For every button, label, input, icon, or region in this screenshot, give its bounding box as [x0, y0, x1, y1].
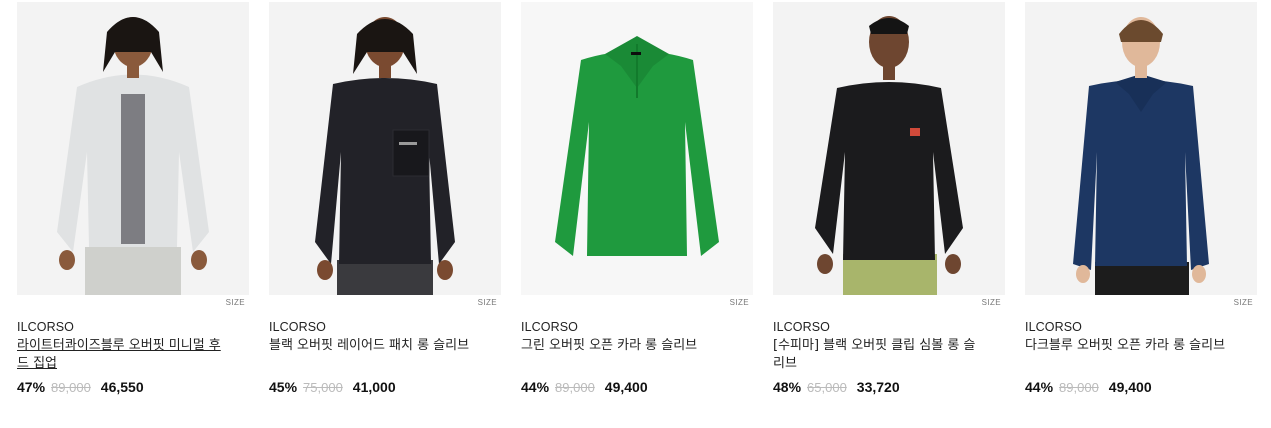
product-photo-black-longsleeve	[773, 2, 1005, 295]
original-price: 89,000	[51, 380, 91, 395]
product-photo-hoodie	[17, 2, 249, 295]
discount-rate: 47%	[17, 379, 46, 395]
size-tag[interactable]: SIZE	[1234, 298, 1253, 307]
sale-price: 49,400	[1108, 379, 1152, 395]
price-row: 44% 89,000 49,400	[1025, 379, 1257, 395]
product-name[interactable]: 그린 오버핏 오픈 카라 롱 슬리브	[521, 337, 733, 373]
brand-name[interactable]: ILCORSO	[17, 320, 249, 334]
price-row: 47% 89,000 46,550	[17, 379, 249, 395]
size-tag[interactable]: SIZE	[226, 298, 245, 307]
product-card: SIZE ILCORSO 블랙 오버핏 레이어드 패치 롱 슬리브 45% 75…	[269, 2, 501, 395]
discount-rate: 44%	[521, 379, 550, 395]
sale-price: 46,550	[100, 379, 144, 395]
size-tag[interactable]: SIZE	[730, 298, 749, 307]
product-photo-longsleeve	[269, 2, 501, 295]
sale-price: 49,400	[604, 379, 648, 395]
discount-rate: 48%	[773, 379, 802, 395]
brand-name[interactable]: ILCORSO	[521, 320, 753, 334]
sale-price: 33,720	[856, 379, 900, 395]
product-image-link[interactable]	[17, 2, 249, 295]
product-image-link[interactable]	[773, 2, 1005, 295]
product-image-link[interactable]	[1025, 2, 1257, 295]
product-name[interactable]: 다크블루 오버핏 오픈 카라 롱 슬리브	[1025, 337, 1237, 373]
discount-rate: 44%	[1025, 379, 1054, 395]
original-price: 75,000	[303, 380, 343, 395]
product-card: SIZE ILCORSO 그린 오버핏 오픈 카라 롱 슬리브 44% 89,0…	[521, 2, 753, 395]
original-price: 89,000	[555, 380, 595, 395]
product-photo-green-polo	[521, 2, 753, 295]
product-grid: SIZE ILCORSO 라이트터콰이즈블루 오버핏 미니멀 후드 집업 47%…	[17, 2, 1257, 395]
product-name[interactable]: [수피마] 블랙 오버핏 클립 심볼 롱 슬리브	[773, 337, 985, 373]
product-image-link[interactable]	[521, 2, 753, 295]
product-photo-navy-polo	[1025, 2, 1257, 295]
product-card: SIZE ILCORSO [수피마] 블랙 오버핏 클립 심볼 롱 슬리브 48…	[773, 2, 1005, 395]
original-price: 89,000	[1059, 380, 1099, 395]
product-card: SIZE ILCORSO 다크블루 오버핏 오픈 카라 롱 슬리브 44% 89…	[1025, 2, 1257, 395]
product-image-link[interactable]	[269, 2, 501, 295]
brand-name[interactable]: ILCORSO	[269, 320, 501, 334]
price-row: 48% 65,000 33,720	[773, 379, 1005, 395]
original-price: 65,000	[807, 380, 847, 395]
product-name[interactable]: 라이트터콰이즈블루 오버핏 미니멀 후드 집업	[17, 337, 229, 373]
size-tag[interactable]: SIZE	[982, 298, 1001, 307]
brand-name[interactable]: ILCORSO	[773, 320, 1005, 334]
size-tag[interactable]: SIZE	[478, 298, 497, 307]
brand-name[interactable]: ILCORSO	[1025, 320, 1257, 334]
price-row: 44% 89,000 49,400	[521, 379, 753, 395]
sale-price: 41,000	[352, 379, 396, 395]
discount-rate: 45%	[269, 379, 298, 395]
product-card: SIZE ILCORSO 라이트터콰이즈블루 오버핏 미니멀 후드 집업 47%…	[17, 2, 249, 395]
price-row: 45% 75,000 41,000	[269, 379, 501, 395]
product-name[interactable]: 블랙 오버핏 레이어드 패치 롱 슬리브	[269, 337, 481, 373]
